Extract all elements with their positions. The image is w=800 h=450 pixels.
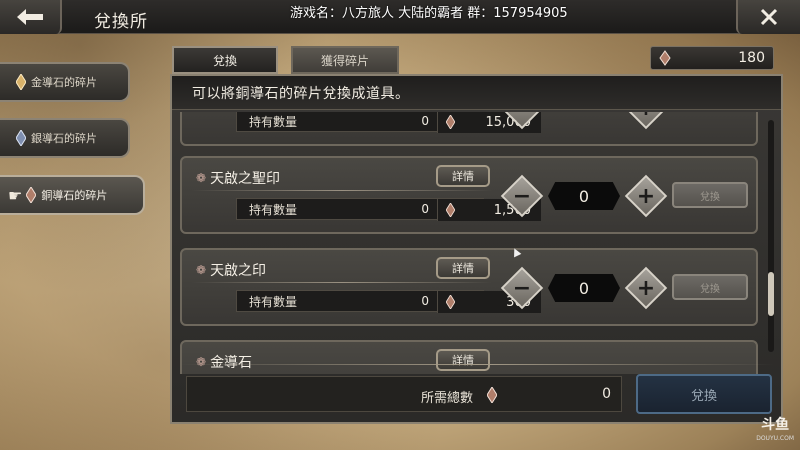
exchange-panel: 可以將銅導石的碎片兌換成道具。 持有數量 0 15,000 − + ❁ 天啟之聖… bbox=[170, 74, 783, 424]
copper-shard-icon bbox=[446, 115, 455, 129]
category-gold-shard[interactable]: 金導石的碎片 bbox=[0, 62, 130, 102]
item-name: ❁ 天啟之聖印 bbox=[196, 168, 280, 188]
category-label: 銅導石的碎片 bbox=[41, 189, 108, 202]
list-item: ❁ 金導石 詳情 bbox=[180, 340, 758, 374]
details-button[interactable]: 詳情 bbox=[436, 165, 490, 187]
category-label: 金導石的碎片 bbox=[31, 76, 97, 89]
list-item: ❁ 天啟之印 詳情 持有數量 0 300 − 0 + 兌換 bbox=[180, 248, 758, 326]
copper-shard-icon bbox=[446, 295, 455, 309]
decrease-button[interactable]: − bbox=[500, 266, 544, 310]
close-button[interactable] bbox=[736, 0, 800, 34]
item-name-text: 金導石 bbox=[210, 355, 253, 371]
top-bar: 兌換所 游戏名：八方旅人 大陆的霸者 群：157954905 bbox=[0, 0, 800, 34]
item-exchange-button[interactable]: 兌換 bbox=[672, 274, 748, 300]
douyu-watermark: 斗鱼 DOUYU.COM bbox=[756, 418, 794, 446]
shard-gem-icon bbox=[659, 50, 671, 66]
item-name-text: 天啟之聖印 bbox=[210, 171, 281, 187]
owned-row: 持有數量 0 15,000 bbox=[236, 112, 541, 133]
tab-exchange[interactable]: 兌換 bbox=[172, 46, 278, 74]
list-item: 持有數量 0 15,000 − + bbox=[180, 112, 758, 146]
tab-obtain-fragments[interactable]: 獲得碎片 bbox=[291, 46, 399, 74]
increase-button[interactable]: + bbox=[624, 266, 668, 310]
quantity-display: 0 bbox=[548, 274, 620, 302]
scrollbar-thumb[interactable] bbox=[768, 272, 774, 316]
scrollbar[interactable] bbox=[768, 120, 774, 352]
details-button[interactable]: 詳情 bbox=[436, 349, 490, 371]
owned-row: 持有數量 0 1,500 bbox=[236, 198, 541, 221]
owned-row: 持有數量 0 300 bbox=[236, 290, 541, 313]
copper-shard-icon bbox=[487, 387, 497, 403]
increase-button[interactable]: + bbox=[624, 112, 668, 130]
back-button[interactable] bbox=[0, 0, 62, 34]
total-required-value: 0 bbox=[602, 386, 611, 402]
total-required-box: 所需總數 0 bbox=[186, 376, 622, 412]
category-copper-shard[interactable]: ☛ 銅導石的碎片 bbox=[0, 175, 145, 215]
divider bbox=[192, 282, 492, 283]
currency-display: 180 bbox=[650, 46, 774, 70]
copper-shard-icon bbox=[26, 187, 37, 203]
stream-overlay-text: 游戏名：八方旅人 大陆的霸者 群：157954905 bbox=[290, 6, 568, 21]
quantity-display: 0 bbox=[548, 182, 620, 210]
list-item: ❁ 天啟之聖印 詳情 持有數量 0 1,500 − 0 + 兌換 bbox=[180, 156, 758, 234]
arrow-left-icon bbox=[17, 9, 43, 25]
exchange-button[interactable]: 兌換 bbox=[636, 374, 772, 414]
item-name: ❁ 金導石 bbox=[196, 352, 252, 372]
item-name-text: 天啟之印 bbox=[210, 263, 267, 279]
seal-icon: ❁ bbox=[196, 355, 207, 369]
page-title: 兌換所 bbox=[94, 12, 148, 32]
silver-shard-icon bbox=[16, 130, 26, 146]
seal-icon: ❁ bbox=[196, 171, 207, 185]
details-button[interactable]: 詳情 bbox=[436, 257, 490, 279]
owned-label: 持有數量 bbox=[249, 114, 298, 129]
item-name: ❁ 天啟之印 bbox=[196, 260, 266, 280]
owned-label: 持有數量 bbox=[249, 294, 298, 309]
total-required-label: 所需總數 bbox=[421, 391, 474, 406]
watermark-sub: DOUYU.COM bbox=[756, 435, 794, 442]
owned-count: 0 bbox=[421, 202, 429, 216]
owned-label: 持有數量 bbox=[249, 202, 298, 217]
close-icon bbox=[760, 8, 778, 26]
divider bbox=[180, 364, 774, 365]
decrease-button[interactable]: − bbox=[500, 112, 544, 130]
gold-shard-icon bbox=[16, 74, 26, 90]
currency-value: 180 bbox=[738, 50, 765, 66]
increase-button[interactable]: + bbox=[624, 174, 668, 218]
item-exchange-button[interactable]: 兌換 bbox=[672, 182, 748, 208]
pointing-hand-icon: ☛ bbox=[8, 185, 23, 205]
owned-count: 0 bbox=[421, 294, 429, 308]
category-label: 銀導石的碎片 bbox=[31, 132, 97, 145]
item-list[interactable]: 持有數量 0 15,000 − + ❁ 天啟之聖印 詳情 持有數量 0 bbox=[180, 112, 766, 374]
seal-icon: ❁ bbox=[196, 263, 207, 277]
decrease-button[interactable]: − bbox=[500, 174, 544, 218]
watermark-main: 斗鱼 bbox=[761, 417, 790, 433]
instruction-text: 可以將銅導石的碎片兌換成道具。 bbox=[172, 76, 781, 110]
divider bbox=[192, 190, 492, 191]
copper-shard-icon bbox=[446, 203, 455, 217]
owned-count: 0 bbox=[421, 114, 429, 128]
category-silver-shard[interactable]: 銀導石的碎片 bbox=[0, 118, 130, 158]
